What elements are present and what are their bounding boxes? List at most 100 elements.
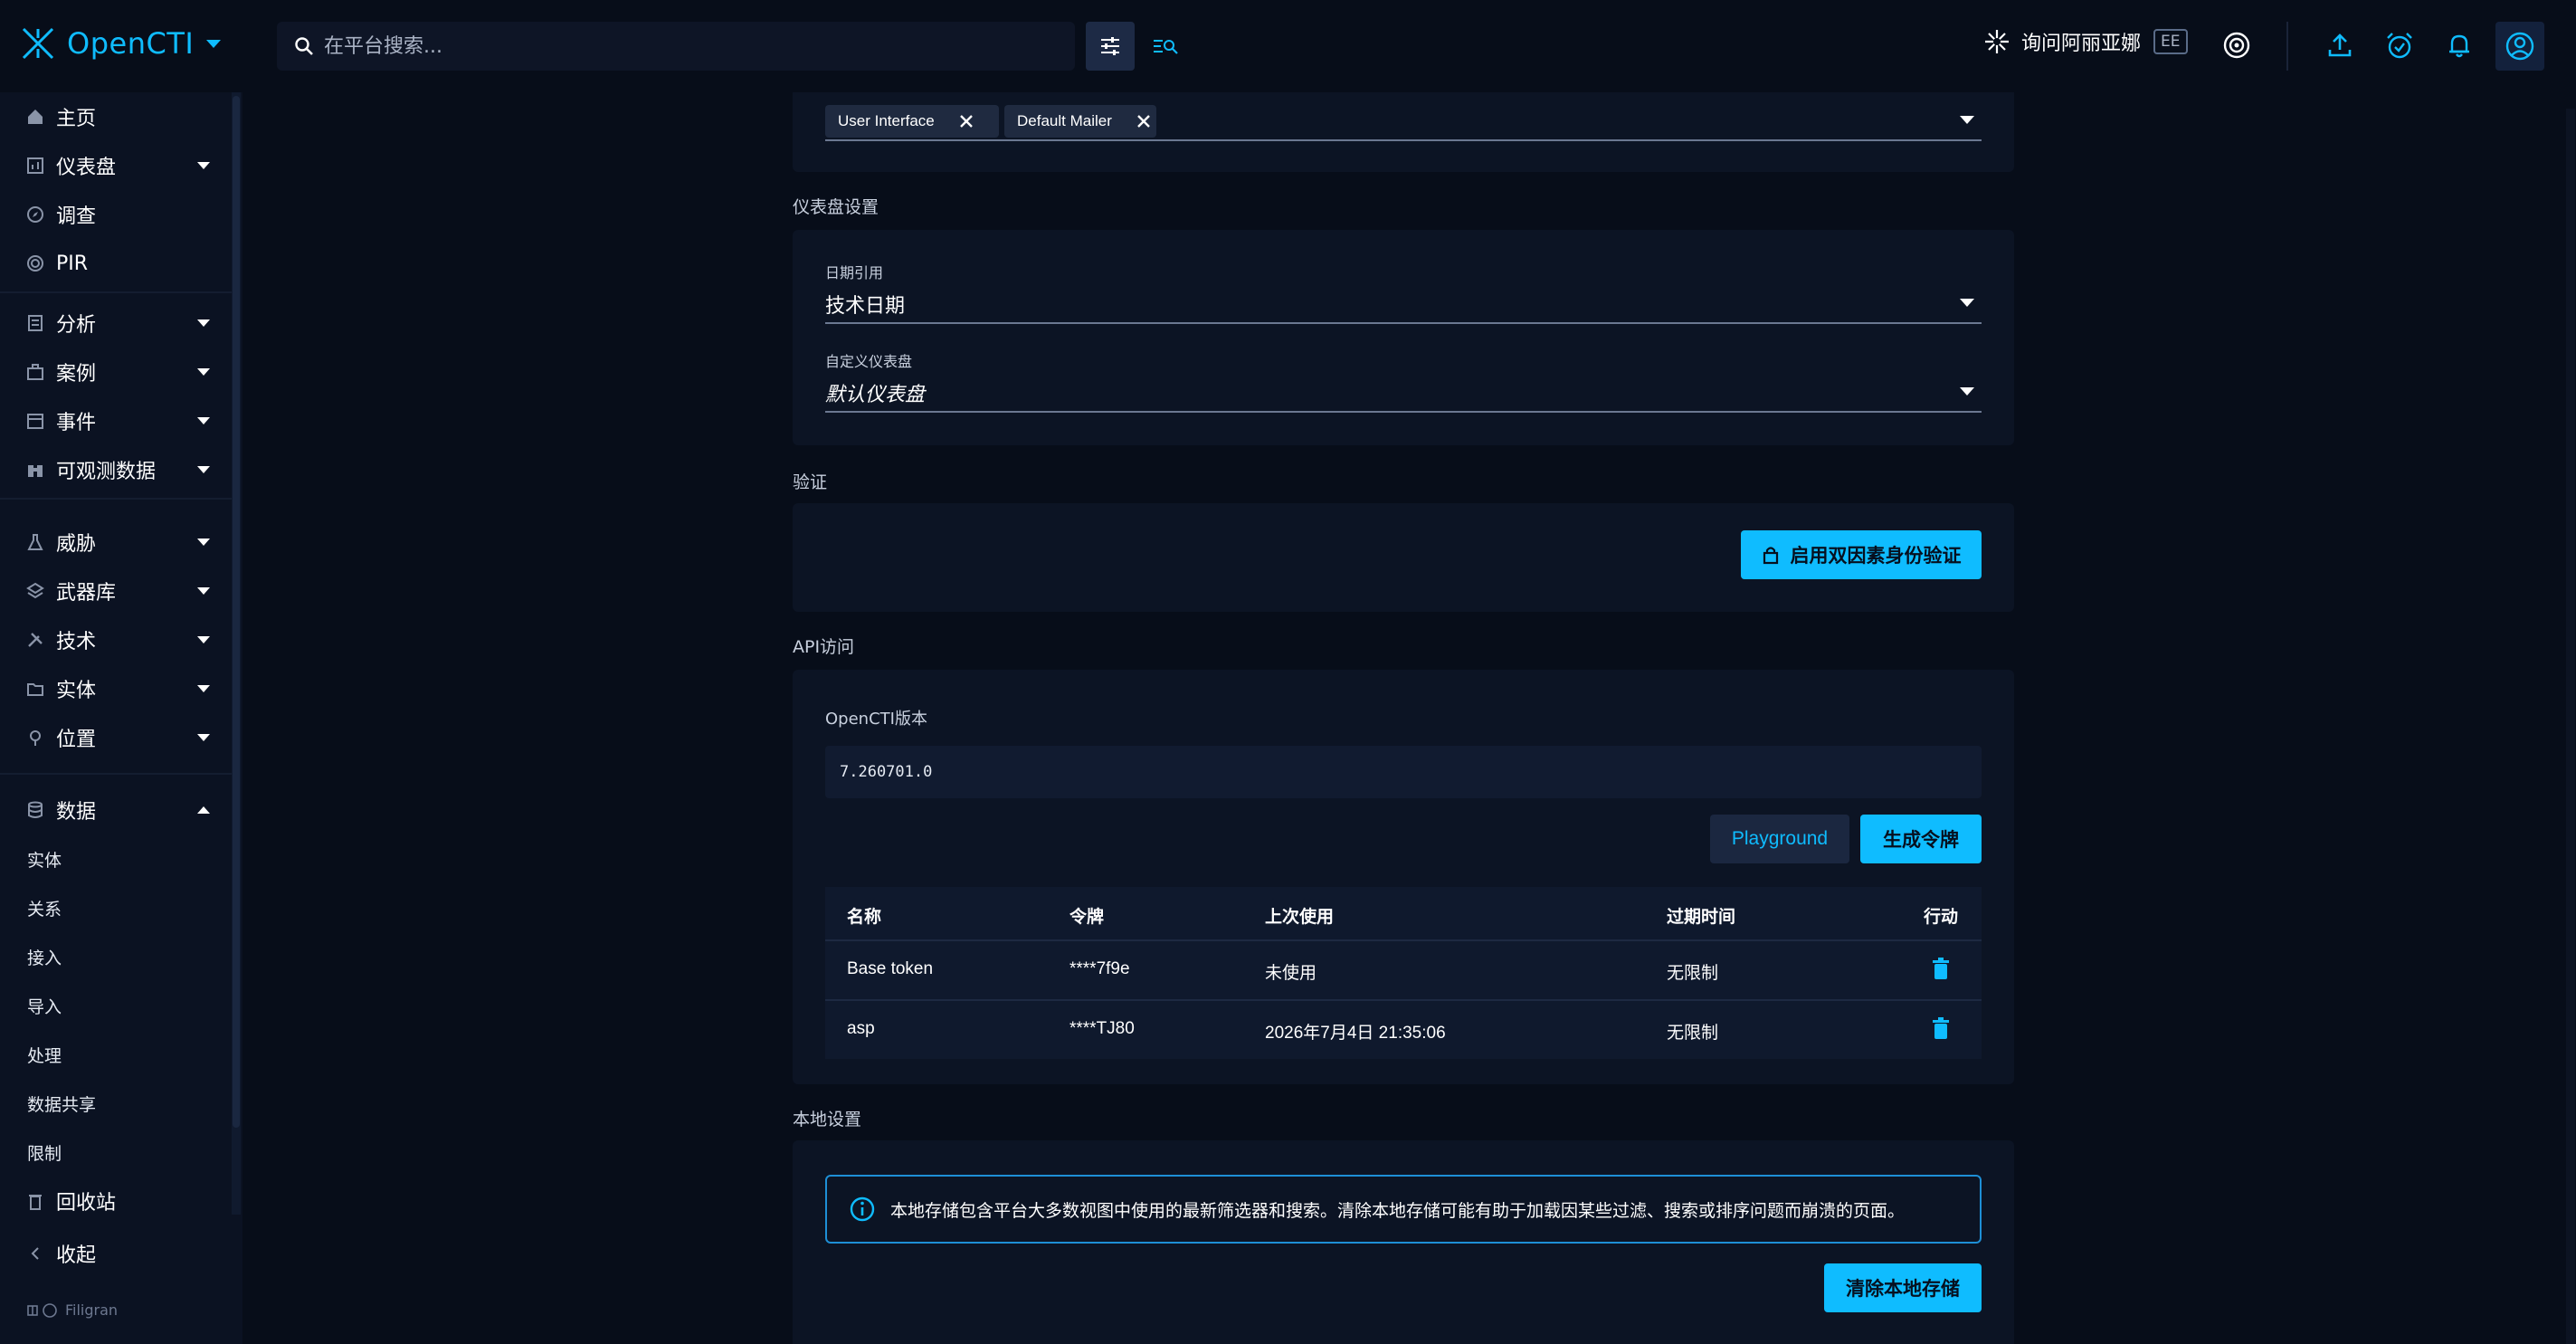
chevron-down-icon[interactable] <box>1960 116 1974 124</box>
sidebar-item-label: 事件 <box>56 412 97 434</box>
sidebar-subitem-processing[interactable]: 处理 <box>0 1032 232 1077</box>
sidebar-subitem-restriction[interactable]: 限制 <box>0 1130 232 1175</box>
database-icon <box>28 801 43 818</box>
ask-ai-button[interactable]: 询问阿丽亚娜 EE <box>1983 27 2188 56</box>
sidebar-subitem-import[interactable]: 导入 <box>0 983 232 1028</box>
auth-panel: 启用双因素身份验证 <box>793 503 2014 612</box>
close-icon[interactable] <box>956 111 976 131</box>
target-button[interactable] <box>2219 27 2255 63</box>
filigran-label: Filigran <box>65 1301 119 1319</box>
sidebar-item-locations[interactable]: 位置 <box>0 715 232 760</box>
advanced-search-button[interactable] <box>1151 33 1180 60</box>
target-icon <box>2223 32 2250 59</box>
notifiers-field-underline <box>825 139 1982 141</box>
date-reference-underline <box>825 322 1982 324</box>
sidebar-item-entities[interactable]: 实体 <box>0 666 232 711</box>
analysis-icon <box>28 315 43 331</box>
sidebar-collapse-button[interactable]: 收起 <box>0 1231 232 1276</box>
token-last-used: 未使用 <box>1265 964 1317 983</box>
delete-icon[interactable] <box>1931 1017 1951 1041</box>
notifications-button[interactable] <box>2441 27 2477 63</box>
binoculars-icon <box>28 465 43 477</box>
sidebar-item-label: 主页 <box>56 108 97 130</box>
sidebar-item-data[interactable]: 数据 <box>0 787 232 833</box>
search-filters-button[interactable] <box>1086 22 1135 71</box>
enable-2fa-button[interactable]: 启用双因素身份验证 <box>1741 530 1982 579</box>
app-logo[interactable]: OpenCTI <box>20 25 194 62</box>
chevron-down-icon[interactable] <box>1960 299 1974 307</box>
sidebar-item-threats[interactable]: 威胁 <box>0 519 232 565</box>
sidebar-item-home[interactable]: 主页 <box>0 94 232 139</box>
sidebar-subitem-label: 导入 <box>27 996 62 1017</box>
sidebar-item-label: 武器库 <box>56 582 117 605</box>
token-expires: 无限制 <box>1667 1024 1719 1043</box>
top-bar: OpenCTI 在平台搜索... 询问阿丽亚娜 EE <box>0 0 2576 92</box>
chevron-down-icon[interactable] <box>206 40 221 48</box>
generate-token-label: 生成令牌 <box>1883 829 1959 851</box>
sidebar-subitem-entities[interactable]: 实体 <box>0 836 232 882</box>
generate-token-button[interactable]: 生成令牌 <box>1860 815 1982 863</box>
sidebar-item-observations[interactable]: 可观测数据 <box>0 447 232 492</box>
chevron-up-icon <box>197 806 210 814</box>
filigran-logo-icon <box>27 1302 57 1318</box>
alarm-button[interactable] <box>2381 27 2418 63</box>
sparkle-icon <box>1985 30 2009 53</box>
sidebar-item-analyses[interactable]: 分析 <box>0 300 232 346</box>
column-header-expires: 过期时间 <box>1667 907 1736 927</box>
token-name: asp <box>847 1019 875 1038</box>
table-row: asp ****TJ80 2026年7月4日 21:35:06 无限制 <box>825 1001 1982 1059</box>
top-divider <box>2286 22 2288 71</box>
account-button[interactable] <box>2495 22 2544 71</box>
sidebar-divider <box>0 498 232 500</box>
page-scrollbar[interactable] <box>2566 109 2575 1344</box>
close-icon[interactable] <box>1134 111 1154 131</box>
sidebar-subitem-label: 处理 <box>27 1045 62 1066</box>
clear-local-storage-label: 清除本地存储 <box>1846 1278 1960 1300</box>
sidebar-subitem-relationships[interactable]: 关系 <box>0 885 232 930</box>
home-icon <box>28 110 43 124</box>
date-reference-select[interactable]: 技术日期 <box>825 290 905 319</box>
radar-icon <box>27 255 43 272</box>
column-header-name: 名称 <box>847 907 882 927</box>
upload-button[interactable] <box>2322 27 2358 63</box>
playground-button[interactable]: Playground <box>1710 815 1849 863</box>
local-storage-info-alert: 本地存储包含平台大多数视图中使用的最新筛选器和搜索。清除本地存储可能有助于加载因… <box>825 1175 1982 1244</box>
sidebar-item-investigations[interactable]: 调查 <box>0 192 232 237</box>
clear-local-storage-button[interactable]: 清除本地存储 <box>1824 1263 1982 1312</box>
sidebar-subitem-label: 关系 <box>27 899 62 920</box>
sidebar-item-dashboards[interactable]: 仪表盘 <box>0 143 232 188</box>
sidebar-item-label: 可观测数据 <box>56 461 157 483</box>
sidebar-subitem-label: 数据共享 <box>27 1094 97 1115</box>
search-input[interactable] <box>324 34 1048 58</box>
local-settings-panel: 本地存储包含平台大多数视图中使用的最新筛选器和搜索。清除本地存储可能有助于加载因… <box>793 1140 2014 1344</box>
chevron-down-icon <box>197 417 210 424</box>
account-circle-icon <box>2505 32 2534 61</box>
chip-label: User Interface <box>838 112 935 129</box>
notifiers-panel: User Interface Default Mailer <box>793 92 2014 172</box>
dashboard-icon <box>27 157 43 174</box>
chevron-down-icon <box>197 319 210 327</box>
entities-icon <box>27 683 43 696</box>
chevron-down-icon <box>197 685 210 692</box>
column-header-last-used: 上次使用 <box>1265 907 1335 927</box>
delete-icon[interactable] <box>1931 958 1951 981</box>
sidebar-item-techniques[interactable]: 技术 <box>0 617 232 662</box>
section-title-auth: 验证 <box>793 472 828 492</box>
sidebar-item-cases[interactable]: 案例 <box>0 349 232 395</box>
sidebar-scrollbar-thumb[interactable] <box>233 96 240 1128</box>
sidebar-item-trash[interactable]: 回收站 <box>0 1178 232 1224</box>
notifier-chip: Default Mailer <box>1004 105 1156 138</box>
sidebar-item-pir[interactable]: PIR <box>0 241 232 286</box>
trash-icon <box>29 1195 42 1210</box>
manage-search-icon <box>1154 40 1178 54</box>
sidebar-subitem-ingestion[interactable]: 接入 <box>0 934 232 979</box>
sidebar-item-arsenal[interactable]: 武器库 <box>0 568 232 614</box>
custom-dashboard-select[interactable]: 默认仪表盘 <box>825 378 925 407</box>
chevron-down-icon <box>197 587 210 595</box>
sidebar-item-label: 位置 <box>56 729 97 751</box>
events-icon <box>27 414 43 429</box>
section-title-dashboard: 仪表盘设置 <box>793 197 879 217</box>
sidebar-item-events[interactable]: 事件 <box>0 398 232 443</box>
sidebar-subitem-data-sharing[interactable]: 数据共享 <box>0 1081 232 1126</box>
chevron-down-icon[interactable] <box>1960 387 1974 396</box>
